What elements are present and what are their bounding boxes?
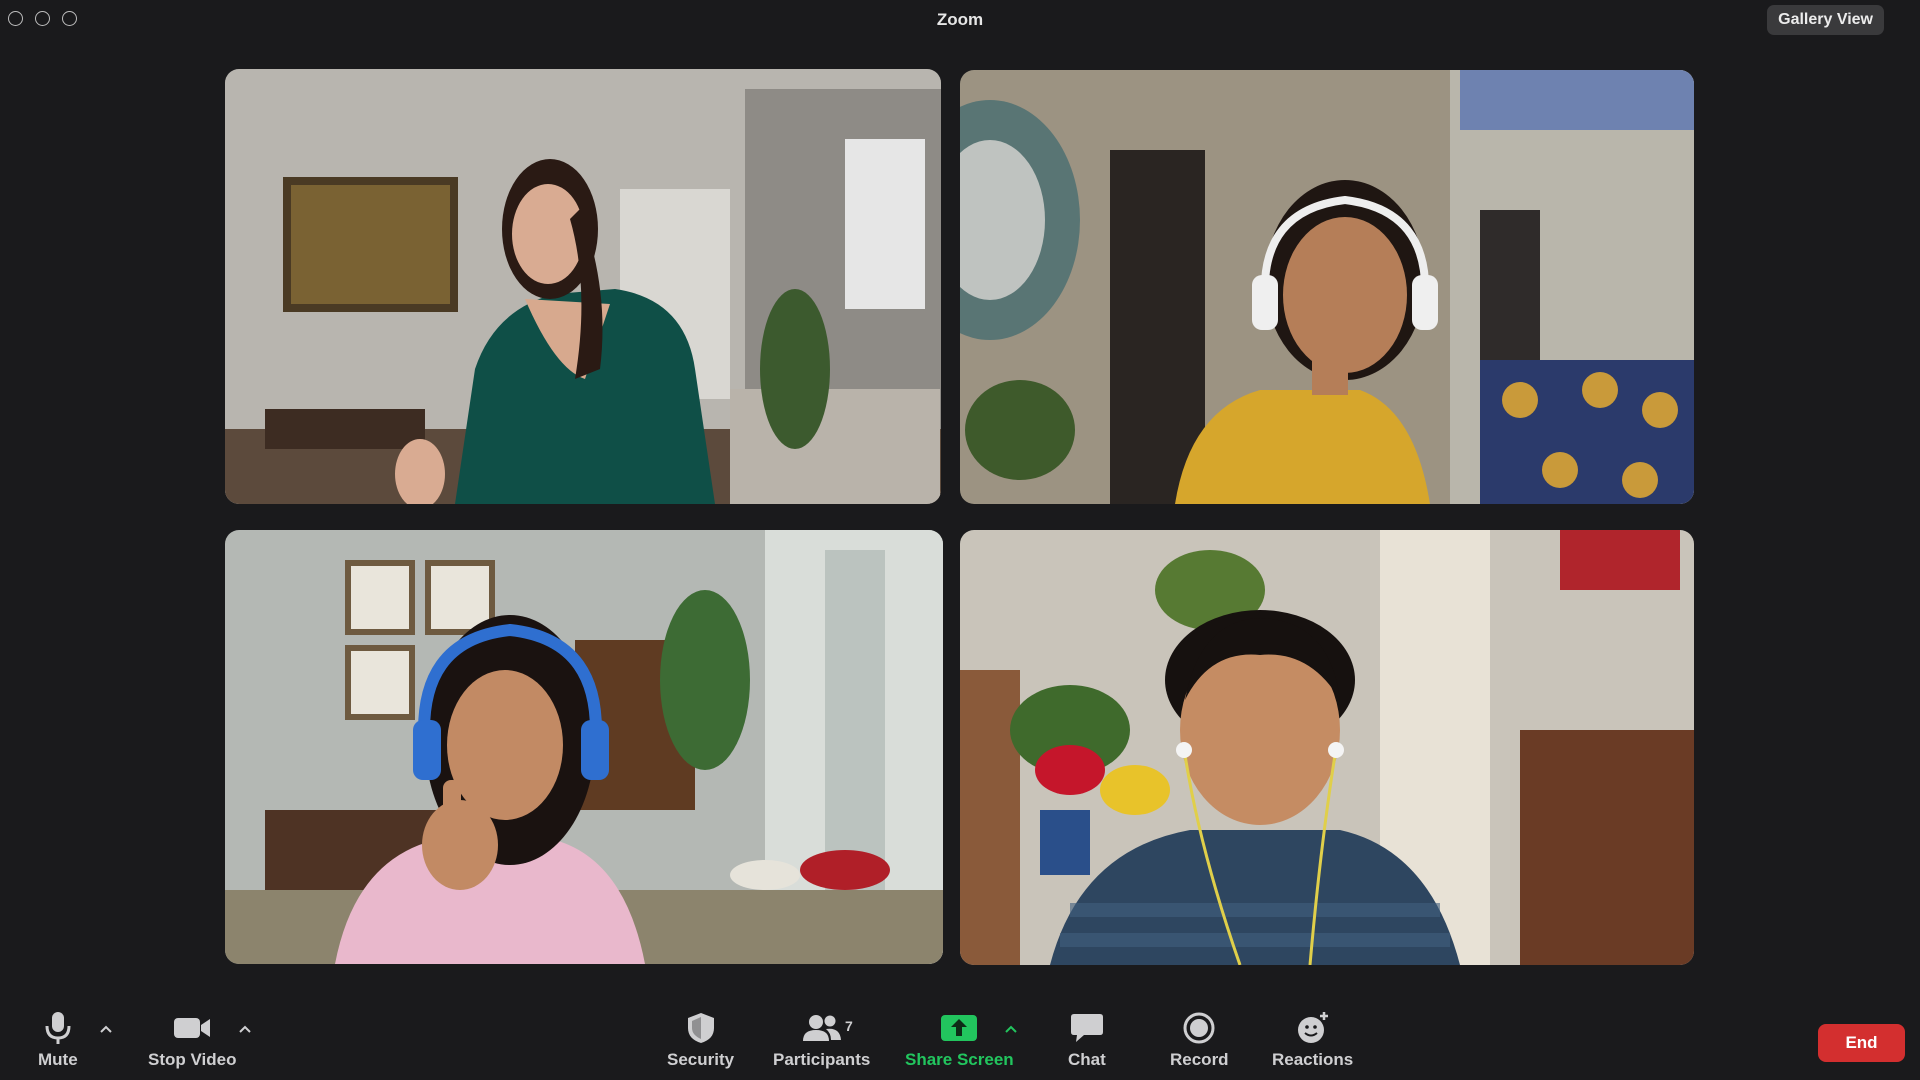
participant-video-tile-3[interactable] [225,530,943,964]
share-options-chevron-up-icon[interactable] [1004,1022,1018,1036]
participant-video-tile-4[interactable] [960,530,1694,965]
reactions-button[interactable]: Reactions [1272,1010,1353,1070]
participant-video-1 [225,69,941,504]
participants-label: Participants [773,1050,871,1069]
share-arrow-icon [940,1010,978,1046]
stop-video-label: Stop Video [148,1050,237,1069]
mute-label: Mute [38,1050,78,1069]
audio-options-chevron-up-icon[interactable] [99,1022,113,1036]
video-options-chevron-up-icon[interactable] [238,1022,252,1036]
mute-button[interactable]: Mute [38,1010,78,1070]
shield-icon [686,1010,716,1046]
title-bar: Zoom Gallery View [0,0,1920,40]
participants-count: 7 [845,1018,853,1034]
gallery-view-button[interactable]: Gallery View [1767,5,1884,35]
smiley-plus-icon [1295,1010,1331,1046]
security-label: Security [667,1050,735,1069]
participant-video-2 [960,70,1694,504]
end-meeting-button[interactable]: End [1818,1024,1905,1062]
chat-bubble-icon [1070,1010,1104,1046]
security-button[interactable]: Security [667,1010,734,1070]
participant-video-tile-1[interactable] [225,69,941,504]
window-title: Zoom [936,10,984,29]
participant-video-tile-2[interactable] [960,70,1694,504]
meeting-toolbar: Mute Stop Video Security Participants 7 … [0,1000,1920,1080]
record-label: Record [1170,1050,1229,1069]
chat-label: Chat [1068,1050,1106,1069]
participants-button[interactable]: Participants [773,1010,870,1070]
record-button[interactable]: Record [1170,1010,1229,1070]
share-screen-button[interactable]: Share Screen [905,1010,1014,1070]
participant-video-4 [960,530,1694,965]
people-icon [802,1010,842,1046]
record-icon [1183,1010,1215,1046]
microphone-icon [44,1010,72,1046]
reactions-label: Reactions [1272,1050,1354,1069]
stop-video-button[interactable]: Stop Video [148,1010,236,1070]
chat-button[interactable]: Chat [1068,1010,1106,1070]
participant-video-3 [225,530,943,964]
share-screen-label: Share Screen [905,1050,1014,1069]
video-camera-icon [173,1010,211,1046]
